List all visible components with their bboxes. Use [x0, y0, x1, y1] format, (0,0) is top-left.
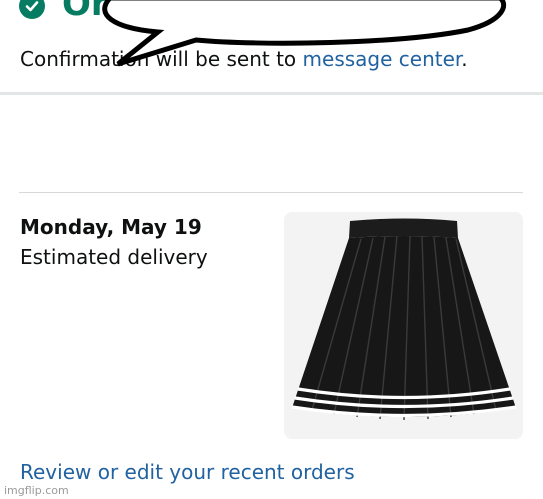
delivery-date: Monday, May 19	[20, 215, 202, 239]
product-thumbnail[interactable]	[284, 212, 523, 439]
speech-bubble-overlay	[102, 0, 506, 67]
pleated-skirt-image	[291, 218, 517, 421]
delivery-label: Estimated delivery	[20, 245, 208, 269]
section-divider	[0, 92, 543, 95]
review-orders-link[interactable]: Review or edit your recent orders	[20, 459, 355, 485]
shipment-divider	[19, 192, 523, 193]
watermark: imgflip.com	[4, 484, 69, 497]
